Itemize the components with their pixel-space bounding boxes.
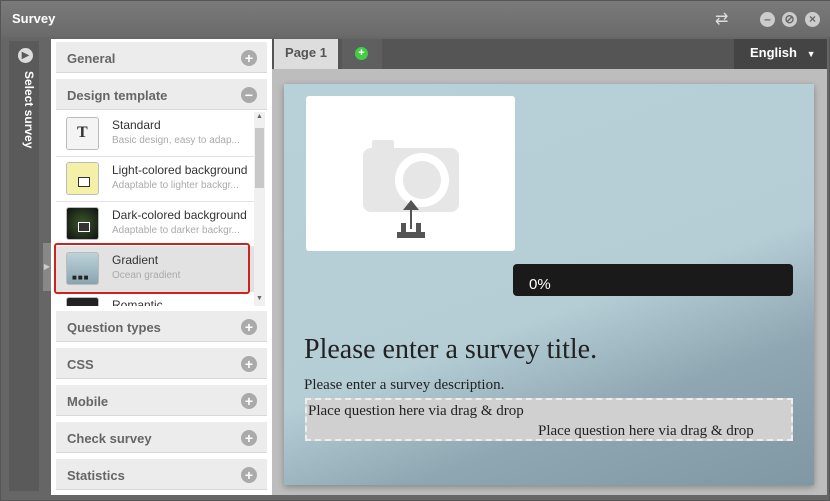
scrollbar-thumb[interactable] xyxy=(255,128,264,188)
template-desc: Adaptable to lighter backgr... xyxy=(112,180,239,191)
accordion-statistics[interactable]: Statistics + xyxy=(56,459,267,490)
page-tabs: Page 1 + English ▼ xyxy=(272,39,827,69)
accordion-css[interactable]: CSS + xyxy=(56,348,267,379)
accordion-general-label: General xyxy=(67,51,116,66)
accordion-check-survey[interactable]: Check survey + xyxy=(56,422,267,453)
survey-editor: Page 1 + English ▼ 0% Please enter a sur… xyxy=(272,39,827,495)
plus-icon[interactable]: + xyxy=(241,430,257,446)
window-title: Survey xyxy=(12,11,56,26)
accordion-question-types[interactable]: Question types + xyxy=(56,311,267,342)
image-icon xyxy=(78,222,90,232)
minimize-icon[interactable]: – xyxy=(760,12,775,27)
survey-title[interactable]: Please enter a survey title. xyxy=(304,334,597,366)
accordion-design-template[interactable]: Design template − xyxy=(56,79,267,110)
drop-hint: Place question here via drag & drop xyxy=(308,403,524,419)
light-thumbnail xyxy=(66,162,99,195)
template-desc: Adaptable to darker backgr... xyxy=(112,225,240,236)
question-drop-zone[interactable]: Place question here via drag & drop Plac… xyxy=(305,398,793,441)
select-survey-strip[interactable]: ▶ Select survey xyxy=(9,41,39,491)
template-item-light[interactable]: Light-colored background Adaptable to li… xyxy=(56,157,254,202)
survey-page-canvas: 0% Please enter a survey title. Please e… xyxy=(284,84,814,485)
template-scrollbar[interactable]: ▲ ▼ xyxy=(254,112,265,306)
plus-icon[interactable]: + xyxy=(241,393,257,409)
select-survey-label: Select survey xyxy=(22,71,36,149)
restore-icon[interactable]: ⊘ xyxy=(782,12,797,27)
progress-bar: 0% xyxy=(513,264,793,296)
scroll-down-icon[interactable]: ▼ xyxy=(256,295,263,302)
accordion-statistics-label: Statistics xyxy=(67,468,125,483)
close-icon[interactable]: × xyxy=(805,12,820,27)
template-item-romantic[interactable]: Romantic xyxy=(56,292,254,306)
language-label: English xyxy=(750,45,797,60)
chevron-down-icon: ▼ xyxy=(806,49,816,59)
minus-icon[interactable]: − xyxy=(241,87,257,103)
plus-icon[interactable]: + xyxy=(241,319,257,335)
accordion-check-survey-label: Check survey xyxy=(67,431,152,446)
dark-thumbnail xyxy=(66,207,99,240)
accordion-general[interactable]: General + xyxy=(56,42,267,73)
selected-template-highlight xyxy=(54,243,250,294)
panel-collapse-handle[interactable]: ▶ xyxy=(43,243,51,291)
swap-icon[interactable]: ⇄ xyxy=(715,9,728,29)
accordion-question-types-label: Question types xyxy=(67,320,161,335)
tab-page-1[interactable]: Page 1 xyxy=(274,39,338,69)
accordion-mobile[interactable]: Mobile + xyxy=(56,385,267,416)
logo-upload-box[interactable] xyxy=(306,96,515,251)
add-page-icon[interactable]: + xyxy=(355,47,368,60)
camera-upload-icon[interactable] xyxy=(306,96,515,251)
plus-icon[interactable]: + xyxy=(241,356,257,372)
template-name: Dark-colored background xyxy=(112,208,247,222)
image-icon xyxy=(78,177,90,187)
progress-text: 0% xyxy=(529,276,551,293)
template-name: Light-colored background xyxy=(112,163,248,177)
accordion-css-label: CSS xyxy=(67,357,94,372)
survey-description[interactable]: Please enter a survey description. xyxy=(304,377,504,394)
language-select[interactable]: English ▼ xyxy=(734,39,827,69)
survey-window: Survey ⇄ – ⊘ × ▶ Select survey ▶ General… xyxy=(0,0,830,501)
plus-icon[interactable]: + xyxy=(241,50,257,66)
template-desc: Basic design, easy to adap... xyxy=(112,135,240,146)
text-t-icon: T xyxy=(77,124,88,141)
template-item-standard[interactable]: T Standard Basic design, easy to adap... xyxy=(56,112,254,157)
add-page-tab[interactable]: + xyxy=(342,39,382,69)
accordion-mobile-label: Mobile xyxy=(67,394,109,409)
accordion-design-template-label: Design template xyxy=(67,88,168,103)
template-name: Romantic xyxy=(112,298,163,306)
template-item-dark[interactable]: Dark-colored background Adaptable to dar… xyxy=(56,202,254,247)
expand-arrow-icon[interactable]: ▶ xyxy=(18,48,33,63)
plus-icon[interactable]: + xyxy=(241,467,257,483)
romantic-thumbnail xyxy=(66,297,99,306)
title-bar: Survey ⇄ – ⊘ × xyxy=(1,1,830,37)
template-name: Standard xyxy=(112,118,161,132)
scroll-up-icon[interactable]: ▲ xyxy=(256,113,263,120)
standard-thumbnail: T xyxy=(66,117,99,150)
drop-hint: Place question here via drag & drop xyxy=(538,423,754,439)
